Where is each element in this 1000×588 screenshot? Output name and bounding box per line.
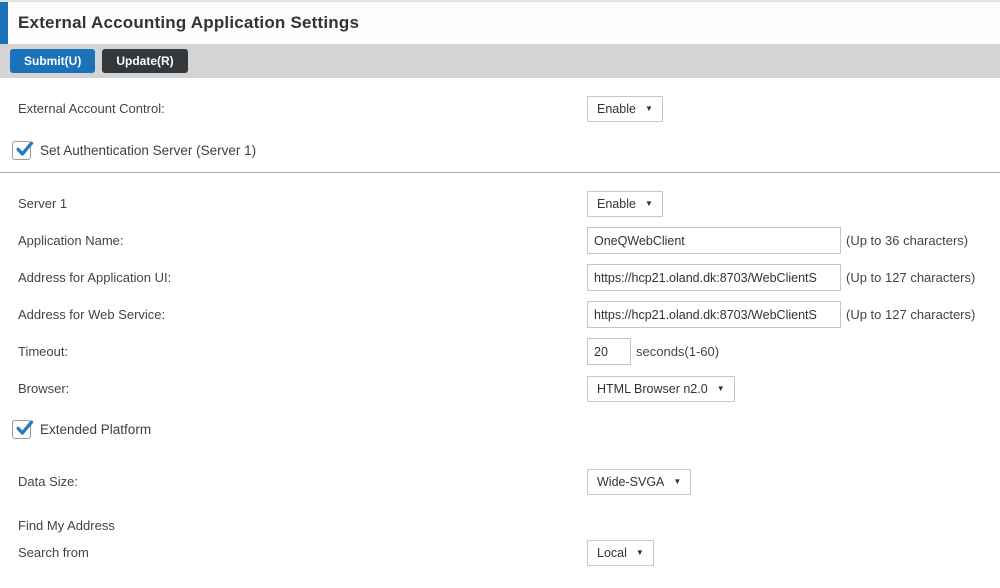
address-web-service-input[interactable] xyxy=(587,301,841,328)
set-auth-server-checkbox[interactable] xyxy=(12,141,31,160)
row-data-size: Data Size: Wide-SVGA ▼ xyxy=(18,468,1000,495)
address-application-ui-input[interactable] xyxy=(587,264,841,291)
browser-label: Browser: xyxy=(18,381,587,396)
server1-label: Server 1 xyxy=(18,196,587,211)
row-server1: Server 1 Enable ▼ xyxy=(18,190,1000,217)
extended-platform-checkbox[interactable] xyxy=(12,420,31,439)
application-name-label: Application Name: xyxy=(18,233,587,248)
server1-value: Enable xyxy=(597,197,636,211)
timeout-hint: seconds(1-60) xyxy=(636,344,719,359)
data-size-value: Wide-SVGA xyxy=(597,475,664,489)
data-size-label: Data Size: xyxy=(18,474,587,489)
external-account-control-label: External Account Control: xyxy=(18,101,587,116)
row-application-name: Application Name: (Up to 36 characters) xyxy=(18,227,1000,254)
search-from-label: Search from xyxy=(18,545,587,560)
search-from-value: Local xyxy=(597,546,627,560)
row-search-from: Search from Local ▼ xyxy=(18,539,1000,566)
chevron-down-icon: ▼ xyxy=(645,200,653,208)
title-bar: External Accounting Application Settings xyxy=(0,2,1000,44)
external-account-control-select[interactable]: Enable ▼ xyxy=(587,96,663,122)
application-name-hint: (Up to 36 characters) xyxy=(846,233,968,248)
section-divider xyxy=(0,172,1000,173)
row-browser: Browser: HTML Browser n2.0 ▼ xyxy=(18,375,1000,402)
extended-platform-label: Extended Platform xyxy=(40,422,151,437)
checkmark-icon xyxy=(14,139,34,159)
timeout-label: Timeout: xyxy=(18,344,587,359)
accent-bar xyxy=(0,2,8,44)
checkmark-icon xyxy=(14,418,34,438)
submit-button[interactable]: Submit(U) xyxy=(10,49,95,73)
update-button[interactable]: Update(R) xyxy=(102,49,187,73)
row-timeout: Timeout: seconds(1-60) xyxy=(18,338,1000,365)
row-address-application-ui: Address for Application UI: (Up to 127 c… xyxy=(18,264,1000,291)
address-web-service-hint: (Up to 127 characters) xyxy=(846,307,975,322)
server1-select[interactable]: Enable ▼ xyxy=(587,191,663,217)
chevron-down-icon: ▼ xyxy=(673,478,681,486)
settings-form: External Account Control: Enable ▼ Set A… xyxy=(0,95,1000,566)
set-auth-server-label: Set Authentication Server (Server 1) xyxy=(40,143,256,158)
search-from-select[interactable]: Local ▼ xyxy=(587,540,654,566)
application-name-input[interactable] xyxy=(587,227,841,254)
find-my-address-label: Find My Address xyxy=(18,518,115,533)
address-application-ui-label: Address for Application UI: xyxy=(18,270,587,285)
page-title: External Accounting Application Settings xyxy=(18,13,359,33)
browser-select[interactable]: HTML Browser n2.0 ▼ xyxy=(587,376,735,402)
browser-value: HTML Browser n2.0 xyxy=(597,382,708,396)
toolbar: Submit(U) Update(R) xyxy=(0,44,1000,78)
row-extended-platform: Extended Platform xyxy=(12,420,1000,439)
address-application-ui-hint: (Up to 127 characters) xyxy=(846,270,975,285)
row-address-web-service: Address for Web Service: (Up to 127 char… xyxy=(18,301,1000,328)
row-set-auth-server: Set Authentication Server (Server 1) xyxy=(12,141,1000,160)
data-size-select[interactable]: Wide-SVGA ▼ xyxy=(587,469,691,495)
row-external-account-control: External Account Control: Enable ▼ xyxy=(18,95,1000,122)
external-account-control-value: Enable xyxy=(597,102,636,116)
row-find-my-address: Find My Address xyxy=(18,517,1000,533)
timeout-input[interactable] xyxy=(587,338,631,365)
chevron-down-icon: ▼ xyxy=(717,385,725,393)
address-web-service-label: Address for Web Service: xyxy=(18,307,587,322)
chevron-down-icon: ▼ xyxy=(636,549,644,557)
chevron-down-icon: ▼ xyxy=(645,105,653,113)
